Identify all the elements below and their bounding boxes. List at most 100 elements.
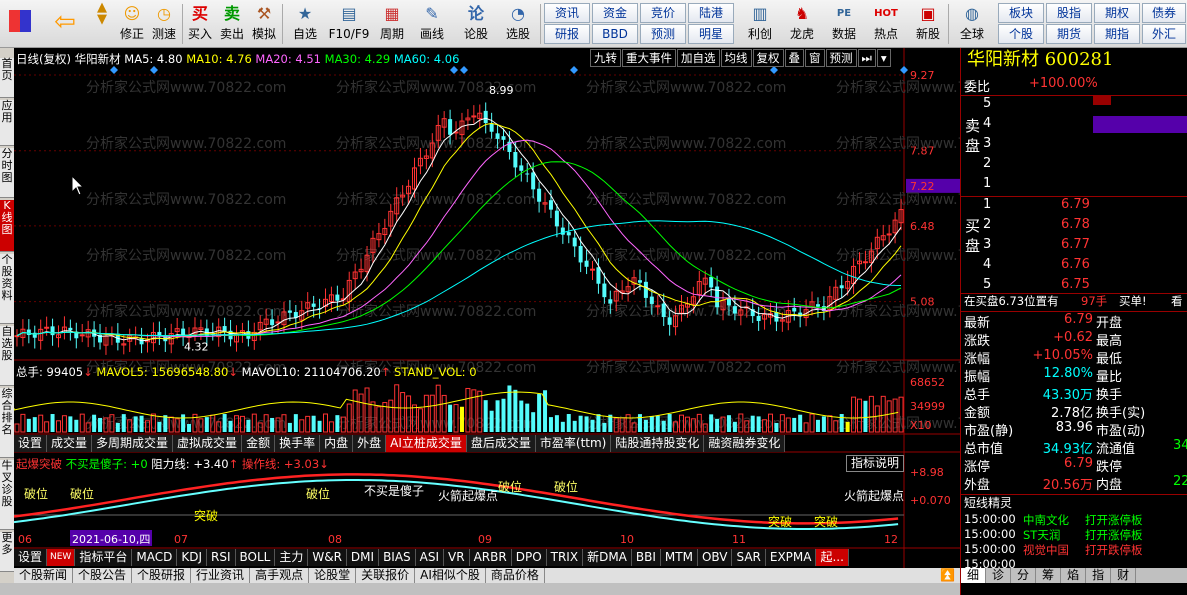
tab-asi[interactable]: ASI [416,549,445,566]
forecast-button[interactable]: 预测 [640,24,686,44]
quote-tab[interactable]: 焰 [1061,568,1087,583]
tab-timeshare[interactable]: 分时图 [0,148,14,198]
buy-level-row[interactable]: 3 6.77 [961,237,1187,256]
tab-more[interactable]: 更多 [0,532,14,572]
sell-level-row[interactable]: 3 [961,136,1187,155]
buy-button[interactable]: 买 买入 [186,2,214,46]
tab-virtual-vol[interactable]: 虚拟成交量 [173,435,243,452]
tab-commodity[interactable]: 商品价格 [486,568,545,583]
tab-hk-hold[interactable]: 陆股通持股变化 [611,435,705,452]
up-down-arrows[interactable]: ▲ ▼ [88,1,116,46]
tab-arbr[interactable]: ARBR [470,549,512,566]
tab-events[interactable]: 重大事件 [622,49,676,67]
quote-tab[interactable]: 筹 [1036,568,1062,583]
buy-level-row[interactable]: 4 6.76 [961,257,1187,276]
tab-kdj[interactable]: KDJ [177,549,207,566]
tab-stock-research[interactable]: 个股研报 [132,568,192,583]
tab-ind-platform[interactable]: 指标平台 [75,549,133,566]
data-button[interactable]: PE 数据 [826,2,862,46]
index-futures-button[interactable]: 期指 [1094,24,1140,44]
tab-bbi[interactable]: BBI [632,549,661,566]
futures-button[interactable]: 期货 [1046,24,1092,44]
quote-tab[interactable]: 诊 [986,568,1012,583]
funds-button[interactable]: 资金 [592,3,638,23]
innovation-button[interactable]: ▥ 利创 [742,2,778,46]
tab-trix[interactable]: TRIX [547,549,584,566]
sell-level-row[interactable]: 1 [961,176,1187,195]
hk-connect-button[interactable]: 陆港 [688,3,734,23]
tab-diagnosis[interactable]: 牛叉诊股 [0,460,14,530]
tab-kline[interactable]: K线图 [0,200,14,252]
buy-level-row[interactable]: 2 6.78 [961,217,1187,236]
sell-level-row[interactable]: 4 [961,116,1187,135]
tab-experts[interactable]: 高手观点 [250,568,310,583]
tab-qibao[interactable]: 起... [816,549,849,566]
tab-apps[interactable]: 应用 [0,100,14,146]
f10-button[interactable]: ▤ F10/F9 [326,2,372,46]
global-button[interactable]: ◍ 全球 [954,2,990,46]
sector-button[interactable]: 板块 [998,3,1044,23]
quote-tab[interactable]: 细 [961,568,987,583]
tab-main-force[interactable]: 主力 [275,549,309,566]
tab-vol-settings[interactable]: 设置 [14,435,48,452]
short-item[interactable]: 15:00:00 ST天润 打开涨停板 [961,527,1187,542]
tab-watchlist[interactable]: 自选股 [0,326,14,386]
tab-pe[interactable]: 市盈率(ttm) [536,435,612,452]
tab-obv[interactable]: OBV [698,549,733,566]
tab-stock-news[interactable]: 个股新闻 [14,568,74,583]
tab-wr[interactable]: W&R [308,549,347,566]
tab-ranking[interactable]: 综合排名 [0,388,14,458]
tab-dpo[interactable]: DPO [512,549,547,566]
dragon-tiger-button[interactable]: ♞ 龙虎 [784,2,820,46]
tab-amount[interactable]: 金额 [242,435,276,452]
tab-forum[interactable]: 论股堂 [309,568,357,583]
tab-new-dma[interactable]: 新DMA [583,549,632,566]
tab-add-watch[interactable]: 加自选 [677,49,720,67]
dropdown-icon[interactable]: ▾ [876,49,891,67]
buy-level-row[interactable]: 1 6.79 [961,197,1187,216]
tab-vol[interactable]: 成交量 [47,435,93,452]
tab-after-vol[interactable]: 盘后成交量 [467,435,536,452]
tab-stock-notice[interactable]: 个股公告 [73,568,133,583]
skip-icon[interactable]: ⏭ [857,49,876,67]
collapse-icon[interactable]: ⏫ [935,568,960,583]
ipo-button[interactable]: ▣ 新股 [910,2,946,46]
tab-overlay[interactable]: 叠 [784,49,804,67]
tab-expma[interactable]: EXPMA [766,549,817,566]
bonds-button[interactable]: 债券 [1142,3,1186,23]
tab-sar[interactable]: SAR [732,549,766,566]
tab-multi-vol[interactable]: 多周期成交量 [92,435,174,452]
sell-level-row[interactable]: 2 [961,156,1187,175]
bbd-button[interactable]: BBD [592,24,638,44]
stock-picker-button[interactable]: ◔ 选股 [500,2,536,46]
tab-turnover[interactable]: 换手率 [275,435,321,452]
tab-bias[interactable]: BIAS [379,549,416,566]
tab-margin[interactable]: 融资融券变化 [704,435,786,452]
tab-boll[interactable]: BOLL [236,549,276,566]
index-button[interactable]: 股指 [1046,3,1092,23]
tab-ma[interactable]: 均线 [720,49,752,67]
research-button[interactable]: 研报 [544,24,590,44]
watchlist-button[interactable]: ★ 自选 [288,2,322,46]
draw-line-button[interactable]: ✎ 画线 [414,2,450,46]
auction-button[interactable]: 竞价 [640,3,686,23]
speed-test-button[interactable]: ◷ 测速 [150,2,178,46]
tab-predict[interactable]: 预测 [825,49,857,67]
tab-vr[interactable]: VR [444,549,470,566]
tab-ind-settings[interactable]: 设置 [14,549,48,566]
options-button[interactable]: 期权 [1094,3,1140,23]
tab-rsi[interactable]: RSI [207,549,236,566]
hotspot-button[interactable]: HOT 热点 [868,2,904,46]
chart-area[interactable]: 9.27 7.87 7.22 6.48 5.08 分析家公式网www.70822.com 分… [14,48,960,568]
tab-window[interactable]: 窗 [805,49,825,67]
back-arrow-icon[interactable]: ⇦ [48,2,82,46]
short-item[interactable]: 15:00:00 中南文化 打开涨停板 [961,512,1187,527]
tab-nine-turn[interactable]: 九转 [590,49,621,67]
star-button[interactable]: 明星 [688,24,734,44]
tab-ai-similar[interactable]: AI相似个股 [415,568,486,583]
tab-stock-info[interactable]: 个股资料 [0,254,14,324]
sell-level-row[interactable]: 5 [961,96,1187,115]
short-item[interactable]: 15:00:00 视觉中国 打开跌停板 [961,542,1187,557]
indicator-help-button[interactable]: 指标说明 [846,455,905,472]
forum-button[interactable]: 论 论股 [458,2,494,46]
